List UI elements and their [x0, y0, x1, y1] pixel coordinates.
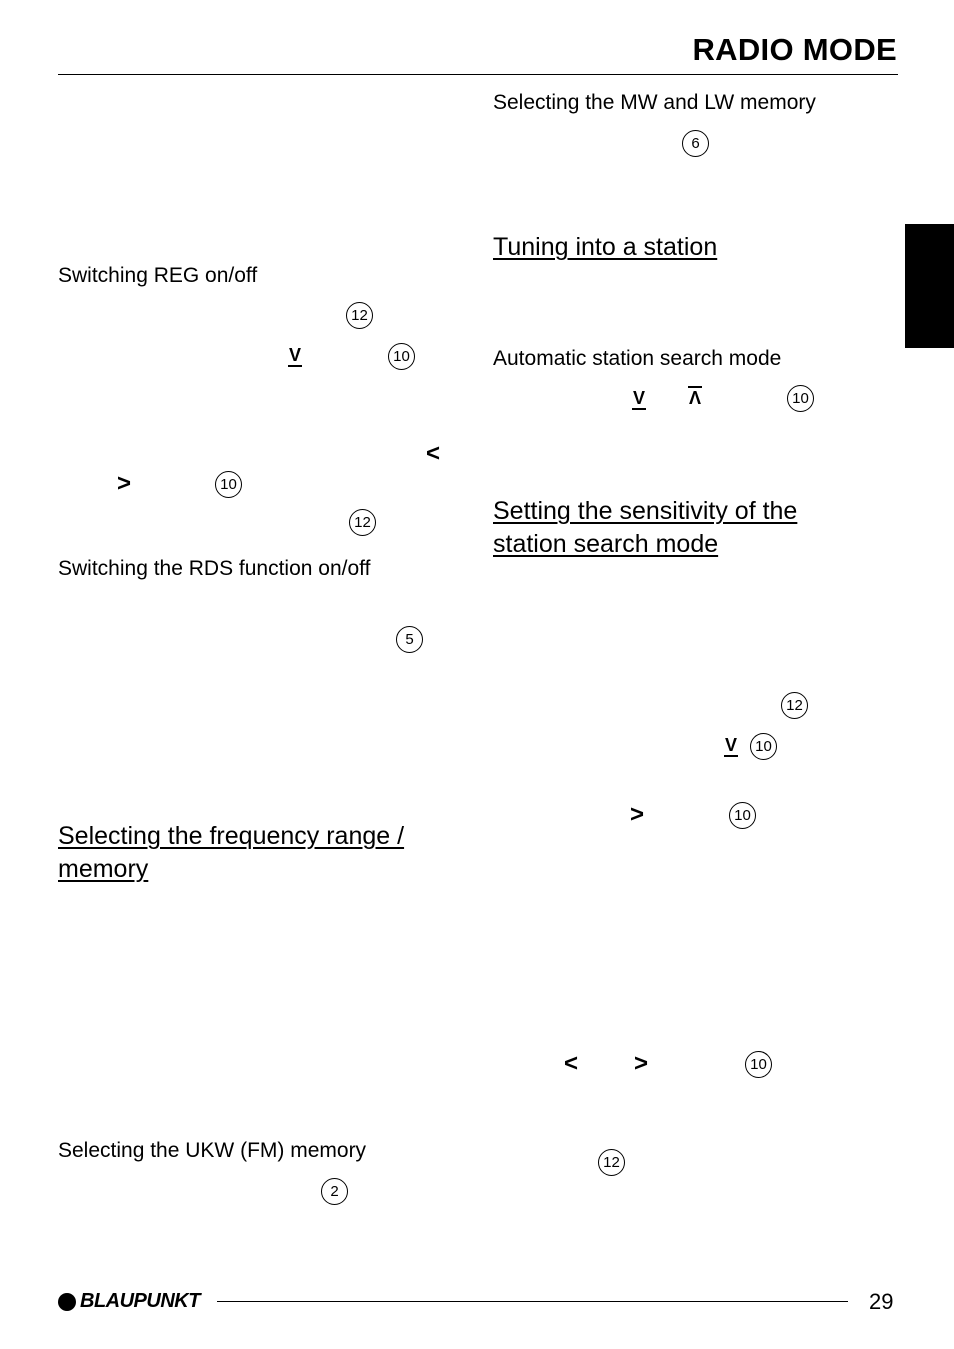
key-marker-12: 12 — [349, 509, 376, 536]
reg-heading: Switching REG on/off — [58, 264, 258, 287]
brand-name: BLAUPUNKT — [80, 1290, 200, 1312]
key-marker-6: 6 — [682, 130, 709, 157]
right-arrow-icon: > — [634, 1050, 649, 1077]
freq-heading-line2: memory — [58, 855, 149, 883]
ukw-heading: Selecting the UKW (FM) memory — [58, 1139, 367, 1162]
key-marker-12: 12 — [781, 692, 808, 719]
freq-heading-line1: Selecting the frequency range / — [58, 822, 405, 850]
section-tab-marker — [905, 224, 954, 348]
key-marker-10: 10 — [215, 471, 242, 498]
key-marker-10: 10 — [388, 343, 415, 370]
rds-heading: Switching the RDS function on/off — [58, 557, 371, 580]
sensitivity-heading-line2: station search mode — [493, 530, 719, 558]
down-arrow-icon: V — [632, 388, 647, 410]
key-marker-12: 12 — [598, 1149, 625, 1176]
left-arrow-icon: < — [426, 440, 441, 467]
auto-search-heading: Automatic station search mode — [493, 347, 782, 370]
right-arrow-icon: > — [117, 470, 132, 497]
page-title: RADIO MODE — [692, 32, 897, 67]
key-marker-12: 12 — [346, 302, 373, 329]
sensitivity-heading: Setting the sensitivity of the station s… — [493, 495, 797, 561]
key-marker-2: 2 — [321, 1178, 348, 1205]
tuning-heading: Tuning into a station — [493, 233, 718, 261]
sensitivity-heading-line1: Setting the sensitivity of the — [493, 497, 798, 525]
key-marker-10: 10 — [750, 733, 777, 760]
key-marker-10: 10 — [787, 385, 814, 412]
up-arrow-icon: Λ — [688, 386, 703, 408]
down-arrow-icon: V — [288, 345, 303, 367]
key-marker-10: 10 — [729, 802, 756, 829]
mwlw-heading: Selecting the MW and LW memory — [493, 91, 816, 114]
key-marker-10: 10 — [745, 1051, 772, 1078]
header-divider — [58, 74, 898, 75]
page-number: 29 — [869, 1289, 894, 1314]
logo-dot-icon — [58, 1292, 76, 1311]
brand-logo: BLAUPUNKT — [58, 1290, 200, 1313]
footer-divider — [217, 1301, 848, 1302]
right-arrow-icon: > — [630, 801, 645, 828]
down-arrow-icon: V — [724, 735, 739, 757]
freq-heading: Selecting the frequency range / memory — [58, 820, 404, 886]
left-arrow-icon: < — [564, 1050, 579, 1077]
key-marker-5: 5 — [396, 626, 423, 653]
